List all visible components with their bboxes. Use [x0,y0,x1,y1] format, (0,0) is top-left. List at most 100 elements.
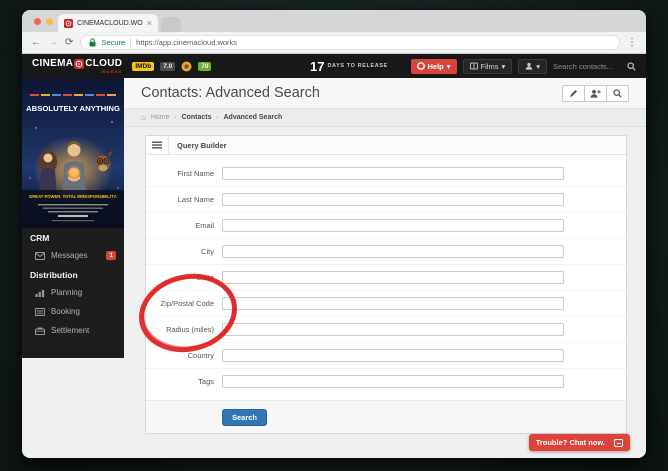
release-days-number: 17 [310,58,325,74]
browser-tab[interactable]: CINEMACLOUD.WORKS × [58,14,158,32]
imdb-score-badge: 7.0 [160,61,176,71]
search-contacts-input[interactable] [553,61,621,71]
add-contact-button[interactable] [584,84,607,102]
city-input[interactable] [222,245,564,258]
rating-icon [181,61,192,71]
breadcrumb-separator: › [174,114,177,121]
form-row: Tags [146,368,626,394]
contact-search-button[interactable] [606,84,629,102]
minimize-window-button[interactable] [46,18,53,25]
address-bar[interactable]: Secure https://app.cinemacloud.works [80,35,620,50]
url-text: https://app.cinemacloud.works [136,38,238,47]
release-countdown: 17 DAYS TO RELEASE [310,54,388,78]
breadcrumb-separator: › [216,114,219,121]
poster-title: ABSOLUTELY ANYTHING [26,104,120,113]
briefcase-icon [35,327,45,335]
app-navbar: CINEMA CLOUD .WORKS IMDb 7.0 70 17 DAYS … [22,54,646,78]
logo-text-right: CLOUD [85,57,123,69]
email-input[interactable] [222,219,564,232]
page-content: ABSOLUTELY ANYTHING GREAT POWER. TOTAL I… [22,78,646,458]
email-label: Email [195,221,214,230]
user-icon [526,62,533,70]
form-row: City [146,238,626,264]
close-window-button[interactable] [34,18,41,25]
sidebar-item-label: Settlement [51,326,90,335]
last-name-input[interactable] [222,193,564,206]
imdb-badge: IMDb [132,61,155,71]
sidebar-item-booking[interactable]: Booking [22,302,124,321]
release-days-label: DAYS TO RELEASE [327,63,388,69]
reload-icon[interactable]: ⟳ [65,37,73,48]
annotation-ellipse [138,273,238,353]
state-input[interactable] [222,271,564,284]
help-label: Help [427,61,444,71]
chat-widget[interactable]: Trouble? Chat now. [528,434,630,451]
browser-url-bar: ← → ⟳ Secure https://app.cinemacloud.wor… [22,32,646,54]
country-input[interactable] [222,349,564,362]
panel-footer: Search [146,400,626,433]
sidebar-item-messages[interactable]: Messages 1 [22,246,124,265]
form-row: First Name [146,160,626,186]
breadcrumb: ⌂ Home › Contacts › Advanced Search [124,108,646,127]
chat-window-icon[interactable] [614,438,623,447]
edit-button[interactable] [562,84,585,102]
panel-title: Query Builder [177,140,227,150]
tags-input[interactable] [222,375,564,388]
films-caret-icon: ▾ [501,61,506,71]
panel-header: Query Builder [146,136,626,155]
breadcrumb-home[interactable]: Home [151,114,170,121]
browser-menu-icon[interactable]: ⋮ [627,37,637,48]
films-dropdown[interactable]: Films ▾ [462,58,513,74]
sidebar-item-planning[interactable]: Planning [22,283,124,302]
tab-title: CINEMACLOUD.WORKS [77,19,143,27]
site-favicon [64,18,73,28]
home-icon: ⌂ [141,112,146,122]
sidebar-section-crm: CRM [30,233,50,243]
form-row: Last Name [146,186,626,212]
tab-close-icon[interactable]: × [147,18,152,28]
sidebar-menu: CRM Messages 1 Distribution Planning Boo… [22,228,124,340]
page-title: Contacts: Advanced Search [141,85,320,101]
search-icon [613,88,622,98]
bar-chart-icon [35,289,45,297]
user-caret-icon: ▾ [536,61,540,71]
new-tab-button[interactable] [161,17,181,32]
back-icon[interactable]: ← [31,37,41,48]
last-name-label: Last Name [177,195,214,204]
breadcrumb-contacts[interactable]: Contacts [182,114,212,121]
logo-text-left: CINEMA [32,57,74,69]
first-name-label: First Name [177,168,214,178]
radius-miles-input[interactable] [222,323,564,336]
hamburger-icon [152,141,162,149]
forward-icon[interactable]: → [48,37,58,48]
navbar-search-icon[interactable] [627,61,636,71]
form-row: Email [146,212,626,238]
search-button[interactable]: Search [222,409,268,426]
secure-label: Secure [101,38,126,47]
zip-postal-code-input[interactable] [222,297,564,310]
page-header: Contacts: Advanced Search [124,78,646,108]
panel-menu-button[interactable] [146,136,169,154]
help-icon [416,62,425,70]
logo-subtitle: .WORKS [99,68,123,74]
films-icon [469,62,478,70]
help-caret-icon: ▾ [446,61,451,71]
sidebar-item-settlement[interactable]: Settlement [22,321,124,340]
tags-label: Tags [198,377,214,386]
browser-window: CINEMACLOUD.WORKS × ← → ⟳ Secure https:/… [22,10,646,458]
film-poster[interactable]: ABSOLUTELY ANYTHING GREAT POWER. TOTAL I… [22,78,124,228]
first-name-input[interactable] [222,166,564,180]
films-label: Films [480,61,499,71]
tomato-score-badge: 70 [198,61,212,71]
lock-icon [89,38,96,47]
url-divider [130,38,132,47]
sidebar-item-label: Planning [51,288,83,297]
desktop-background: CINEMACLOUD.WORKS × ← → ⟳ Secure https:/… [0,0,668,471]
app-logo[interactable]: CINEMA CLOUD .WORKS [32,57,123,74]
film-reel-icon [74,58,85,69]
messages-count-badge: 1 [106,251,116,260]
sidebar: ABSOLUTELY ANYTHING GREAT POWER. TOTAL I… [22,78,124,358]
user-dropdown[interactable]: ▾ [518,58,547,74]
booking-icon [35,307,45,316]
help-button[interactable]: Help ▾ [410,58,457,74]
